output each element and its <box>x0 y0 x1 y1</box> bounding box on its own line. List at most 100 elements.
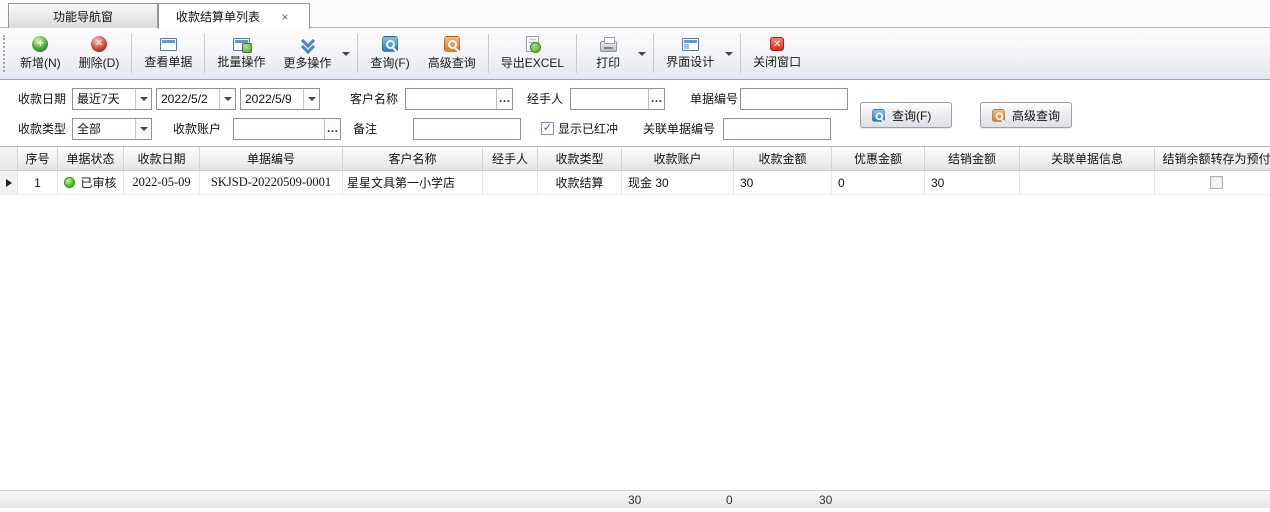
query-filter-button-label: 查询(F) <box>892 107 931 124</box>
customer-name-field: … <box>405 88 513 110</box>
dropdown-arrow-icon <box>638 52 646 56</box>
payment-account-label: 收款账户 <box>173 118 221 140</box>
more-ops-button[interactable]: 更多操作 <box>276 30 338 77</box>
view-doc-button-label: 查看单据 <box>144 53 192 70</box>
summary-bar: 30 0 30 <box>0 490 1270 508</box>
header-cell-amount[interactable]: 收款金额 <box>734 147 832 170</box>
toolbar-separator <box>488 34 489 73</box>
horizontal-scrollbar[interactable] <box>0 508 1270 512</box>
handler-input[interactable] <box>571 89 648 109</box>
date-to-select[interactable]: 2022/5/9 <box>240 88 320 110</box>
header-cell-customer[interactable]: 客户名称 <box>343 147 483 170</box>
add-button-label: 新增(N) <box>20 54 61 71</box>
header-cell-date[interactable]: 收款日期 <box>124 147 200 170</box>
more-ops-icon <box>299 36 315 52</box>
date-range-dropdown[interactable] <box>135 89 151 109</box>
related-doc-input[interactable] <box>724 119 830 139</box>
batch-ops-icon <box>233 38 250 51</box>
search-icon <box>872 109 885 122</box>
summary-settle: 30 <box>813 491 908 508</box>
payment-type-dropdown[interactable] <box>135 119 151 139</box>
table-row[interactable]: 1 已审核 2022-05-09 SKJSD-20220509-0001 星星文… <box>0 171 1270 195</box>
header-cell-handler[interactable]: 经手人 <box>483 147 538 170</box>
add-icon: + <box>32 36 48 52</box>
tab-close-icon[interactable]: × <box>278 10 292 24</box>
query-button-label: 查询(F) <box>370 54 409 71</box>
close-window-icon: ✕ <box>770 37 784 51</box>
handler-lookup-button[interactable]: … <box>648 89 664 109</box>
adv-query-filter-button-label: 高级查询 <box>1012 107 1060 124</box>
add-button[interactable]: + 新增(N) <box>13 30 68 77</box>
tab-bar: 功能导航窗 收款结算单列表 × <box>0 0 1270 28</box>
cell-type: 收款结算 <box>538 171 622 194</box>
date-to-dropdown[interactable] <box>303 89 319 109</box>
print-dropdown[interactable] <box>636 28 648 79</box>
toolbar-separator <box>204 34 205 73</box>
show-reversed-checkbox[interactable]: ✓ <box>541 122 554 135</box>
cell-seq: 1 <box>18 171 58 194</box>
ui-design-button[interactable]: 界面设计 <box>659 30 721 77</box>
batch-ops-button[interactable]: 批量操作 <box>210 30 272 77</box>
doc-no-input[interactable] <box>741 89 847 109</box>
delete-button[interactable]: ✕ 删除(D) <box>72 30 127 77</box>
account-lookup-button[interactable]: … <box>324 119 340 139</box>
tab-function-nav[interactable]: 功能导航窗 <box>8 3 158 28</box>
toolbar-separator <box>740 34 741 73</box>
ui-design-dropdown[interactable] <box>723 28 735 79</box>
toolbar: + 新增(N) ✕ 删除(D) 查看单据 批量操作 更多操作 查询(F) <box>0 28 1270 80</box>
header-cell-related[interactable]: 关联单据信息 <box>1020 147 1155 170</box>
date-from-select[interactable]: 2022/5/2 <box>156 88 236 110</box>
tab-payment-settlement-list-label: 收款结算单列表 <box>176 8 260 25</box>
delete-icon: ✕ <box>91 36 107 52</box>
query-button[interactable]: 查询(F) <box>363 30 416 77</box>
cell-docno: SKJSD-20220509-0001 <box>200 171 343 194</box>
header-cell-transfer[interactable]: 结销余额转存为预付 <box>1155 147 1270 170</box>
close-window-button-label: 关闭窗口 <box>753 53 801 70</box>
status-text: 已审核 <box>80 174 116 191</box>
ui-design-icon <box>682 38 699 51</box>
adv-query-button[interactable]: 高级查询 <box>421 30 483 77</box>
close-window-button[interactable]: ✕ 关闭窗口 <box>746 30 808 77</box>
payment-date-label: 收款日期 <box>18 88 66 110</box>
payment-type-label: 收款类型 <box>18 118 66 140</box>
payment-type-value: 全部 <box>73 119 135 139</box>
header-cell-settle[interactable]: 结销金额 <box>925 147 1020 170</box>
adv-query-filter-button[interactable]: 高级查询 <box>980 102 1072 128</box>
tab-payment-settlement-list[interactable]: 收款结算单列表 × <box>158 3 310 29</box>
query-filter-button[interactable]: 查询(F) <box>860 102 952 128</box>
date-from-value: 2022/5/2 <box>157 89 219 109</box>
cell-transfer <box>1155 171 1270 194</box>
date-range-select[interactable]: 最近7天 <box>72 88 152 110</box>
toolbar-grip-handle[interactable] <box>3 35 9 72</box>
handler-label: 经手人 <box>527 88 563 110</box>
transfer-checkbox[interactable] <box>1210 176 1223 189</box>
cell-amount: 30 <box>734 171 832 194</box>
more-ops-dropdown[interactable] <box>340 28 352 79</box>
data-grid: 序号 单据状态 收款日期 单据编号 客户名称 经手人 收款类型 收款账户 收款金… <box>0 146 1270 512</box>
export-excel-button-label: 导出EXCEL <box>501 54 564 71</box>
payment-account-input[interactable] <box>234 119 324 139</box>
customer-lookup-button[interactable]: … <box>496 89 512 109</box>
status-approved-icon <box>64 177 75 188</box>
remark-input[interactable] <box>414 119 520 139</box>
header-cell-account[interactable]: 收款账户 <box>622 147 734 170</box>
view-doc-button[interactable]: 查看单据 <box>137 30 199 77</box>
customer-name-input[interactable] <box>406 89 496 109</box>
print-button[interactable]: 打印 <box>582 30 634 77</box>
remark-label: 备注 <box>353 118 377 140</box>
dropdown-arrow-icon <box>308 97 316 101</box>
related-doc-field <box>723 118 831 140</box>
header-cell-status[interactable]: 单据状态 <box>58 147 124 170</box>
header-cell-docno[interactable]: 单据编号 <box>200 147 343 170</box>
header-cell-type[interactable]: 收款类型 <box>538 147 622 170</box>
payment-account-field: … <box>233 118 341 140</box>
cell-date: 2022-05-09 <box>124 171 200 194</box>
date-from-dropdown[interactable] <box>219 89 235 109</box>
header-cell-discount[interactable]: 优惠金额 <box>832 147 925 170</box>
header-cell-seq[interactable]: 序号 <box>18 147 58 170</box>
doc-no-field <box>740 88 848 110</box>
export-excel-button[interactable]: 导出EXCEL <box>494 30 571 77</box>
customer-name-label: 客户名称 <box>350 88 398 110</box>
toolbar-separator <box>357 34 358 73</box>
payment-type-select[interactable]: 全部 <box>72 118 152 140</box>
